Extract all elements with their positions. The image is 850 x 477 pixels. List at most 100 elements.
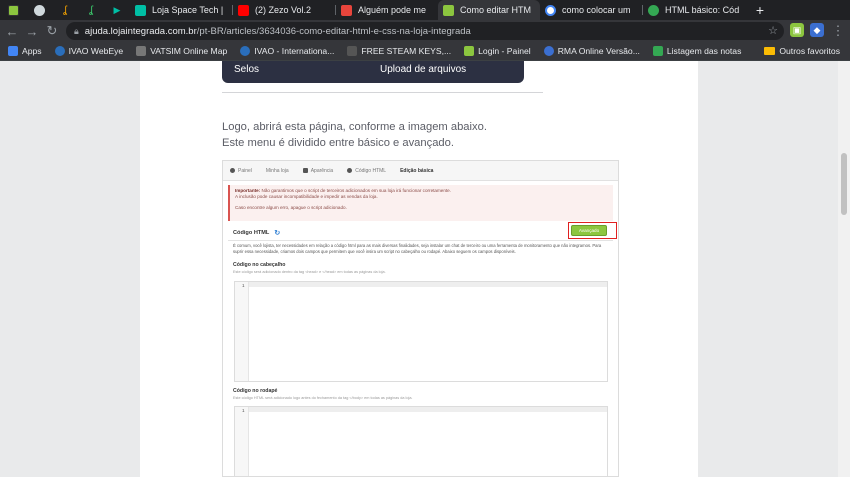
plus-icon <box>652 46 663 56</box>
tab-title: como colocar um <box>562 5 631 15</box>
bookmark-label: VATSIM Online Map <box>150 46 228 56</box>
browser-toolbar: ← → ↻ 🔒︎ ajuda.lojaintegrada.com.br/pt-B… <box>0 20 850 42</box>
star-icon[interactable]: ☆ <box>768 24 778 37</box>
appearance-icon <box>302 168 308 173</box>
breadcrumb-item: Edição básica <box>400 167 434 174</box>
tab-como-colocar[interactable]: como colocar um <box>540 0 642 20</box>
ivao-icon <box>54 46 65 56</box>
google-icon <box>545 4 556 16</box>
breadcrumb-item: Painel <box>230 168 252 174</box>
header-code-hint: Este código será adicionado dentro da ta… <box>233 270 386 274</box>
article-paragraph: Logo, abrirá esta página, conforme a ima… <box>222 119 622 151</box>
tab-title: (2) Zezo Vol.2 <box>255 5 312 15</box>
cube-icon <box>7 4 19 16</box>
menu-screenshot-card: Selos Upload de arquivos <box>222 61 524 83</box>
globe-icon <box>543 46 554 56</box>
extension-cube-icon[interactable]: ▣ <box>790 23 804 37</box>
code-icon <box>347 168 353 173</box>
url-text: ajuda.lojaintegrada.com.br/pt-BR/article… <box>84 25 471 37</box>
cube-icon <box>443 4 454 16</box>
article-body: Selos Upload de arquivos Logo, abrirá es… <box>140 61 698 477</box>
reload-button[interactable]: ↻ <box>42 21 62 41</box>
swirl-icon: ʆ <box>89 4 93 16</box>
tab-title: Como editar HTM <box>460 5 532 15</box>
tab-loja-space-tech[interactable]: Loja Space Tech | <box>130 0 232 20</box>
card-item-selos: Selos <box>234 64 260 75</box>
page-viewport: Selos Upload de arquivos Logo, abrirá es… <box>0 61 850 477</box>
scrollbar-thumb[interactable] <box>841 153 847 215</box>
tab-title: Loja Space Tech | <box>152 5 224 15</box>
card-item-upload: Upload de arquivos <box>380 64 467 75</box>
intro-text: É comum, você lojista, ter necessidades … <box>233 243 602 254</box>
forum-icon <box>341 4 352 16</box>
line-gutter: 1 <box>235 407 249 476</box>
bookmark-rma-online[interactable]: RMA Online Versão... <box>543 46 640 56</box>
page-icon <box>136 46 147 56</box>
bookmark-login-painel[interactable]: Login - Painel <box>464 46 531 56</box>
bookmark-apps[interactable]: Apps <box>8 46 42 56</box>
breadcrumb-item: Minha loja <box>265 167 289 174</box>
pinned-tab-1[interactable] <box>0 0 26 20</box>
tab-como-editar-html[interactable]: Como editar HTM <box>438 0 540 20</box>
divider <box>222 92 543 93</box>
section-header: Código HTML ↻ <box>228 225 613 241</box>
paragraph-line: Logo, abrirá esta página, conforme a ima… <box>222 121 487 133</box>
bookmark-other-folder[interactable]: Outros favoritos <box>764 46 840 56</box>
highlight-box <box>568 222 617 239</box>
new-tab-button[interactable]: + <box>751 1 769 19</box>
tab-youtube[interactable]: (2) Zezo Vol.2 <box>233 0 335 20</box>
bookmark-vatsim[interactable]: VATSIM Online Map <box>136 46 227 56</box>
forward-button[interactable]: → <box>22 21 42 41</box>
bookmark-label: Apps <box>22 46 42 56</box>
bookmark-label: FREE STEAM KEYS,... <box>361 46 452 56</box>
page-scrollbar[interactable] <box>838 61 850 477</box>
youtube-icon <box>238 4 249 16</box>
pinned-tab-3[interactable]: ʆ <box>52 0 78 20</box>
steam-icon <box>347 46 358 56</box>
bookmark-label: IVAO - Internationa... <box>254 46 335 56</box>
cloud-icon <box>33 4 45 16</box>
bookmark-listagem-notas[interactable]: Listagem das notas <box>652 46 742 56</box>
pinned-tab-2[interactable] <box>26 0 52 20</box>
tab-html-basico[interactable]: HTML básico: Cód <box>643 0 745 20</box>
breadcrumb-item: Aparência <box>302 168 333 174</box>
bookmark-ivao-webeye[interactable]: IVAO WebEye <box>54 46 124 56</box>
bookmark-label: Listagem das notas <box>666 46 742 56</box>
bookmarks-bar: Apps IVAO WebEye VATSIM Online Map IVAO … <box>0 42 850 61</box>
menu-icon[interactable]: ⋮ <box>828 21 848 41</box>
tab-title: Alguém pode me <box>358 5 427 15</box>
tab-strip: ʆ ʆ ▶ Loja Space Tech | (2) Zezo Vol.2 A… <box>0 0 850 20</box>
apps-grid-icon <box>8 46 18 56</box>
cube-icon <box>464 46 475 56</box>
header-code-title: Código no cabeçalho <box>233 262 286 268</box>
breadcrumb-item: Código HTML <box>347 168 386 174</box>
lock-icon: 🔒︎ <box>74 25 79 36</box>
pinned-tab-4[interactable]: ʆ <box>78 0 104 20</box>
extension-shield-icon[interactable]: ◆ <box>810 23 824 37</box>
play-icon: ▶ <box>113 4 121 15</box>
tab-title: HTML básico: Cód <box>665 5 740 15</box>
footer-code-hint: Este código HTML será adicionado logo an… <box>233 396 413 400</box>
bookmark-free-steam-keys[interactable]: FREE STEAM KEYS,... <box>347 46 451 56</box>
bookmark-ivao-international[interactable]: IVAO - Internationa... <box>240 46 334 56</box>
bookmark-label: IVAO WebEye <box>68 46 124 56</box>
address-bar[interactable]: 🔒︎ ajuda.lojaintegrada.com.br/pt-BR/arti… <box>66 22 784 40</box>
bookmark-label: Login - Painel <box>478 46 531 56</box>
footer-code-editor: 1 <box>234 406 608 476</box>
section-title: Código HTML <box>233 229 270 236</box>
header-code-editor: 1 <box>234 281 608 382</box>
pinned-tab-5[interactable]: ▶ <box>104 0 130 20</box>
folder-icon <box>764 47 776 55</box>
gear-icon <box>648 4 659 16</box>
dashboard-icon <box>230 168 235 173</box>
bookmark-label: RMA Online Versão... <box>557 46 640 56</box>
warning-alert: Importante: Não garantimos que o script … <box>228 185 613 221</box>
ivao-icon <box>240 46 251 56</box>
paragraph-line: Este menu é dividido entre básico e avan… <box>222 137 454 149</box>
footer-code-title: Código no rodapé <box>233 388 278 394</box>
back-button[interactable]: ← <box>2 21 22 41</box>
tab-alguem-pode[interactable]: Alguém pode me <box>336 0 438 20</box>
line-gutter: 1 <box>235 282 249 381</box>
breadcrumb: Painel Minha loja Aparência Código HTML … <box>223 161 618 181</box>
swirl-icon: ʆ <box>63 4 67 16</box>
